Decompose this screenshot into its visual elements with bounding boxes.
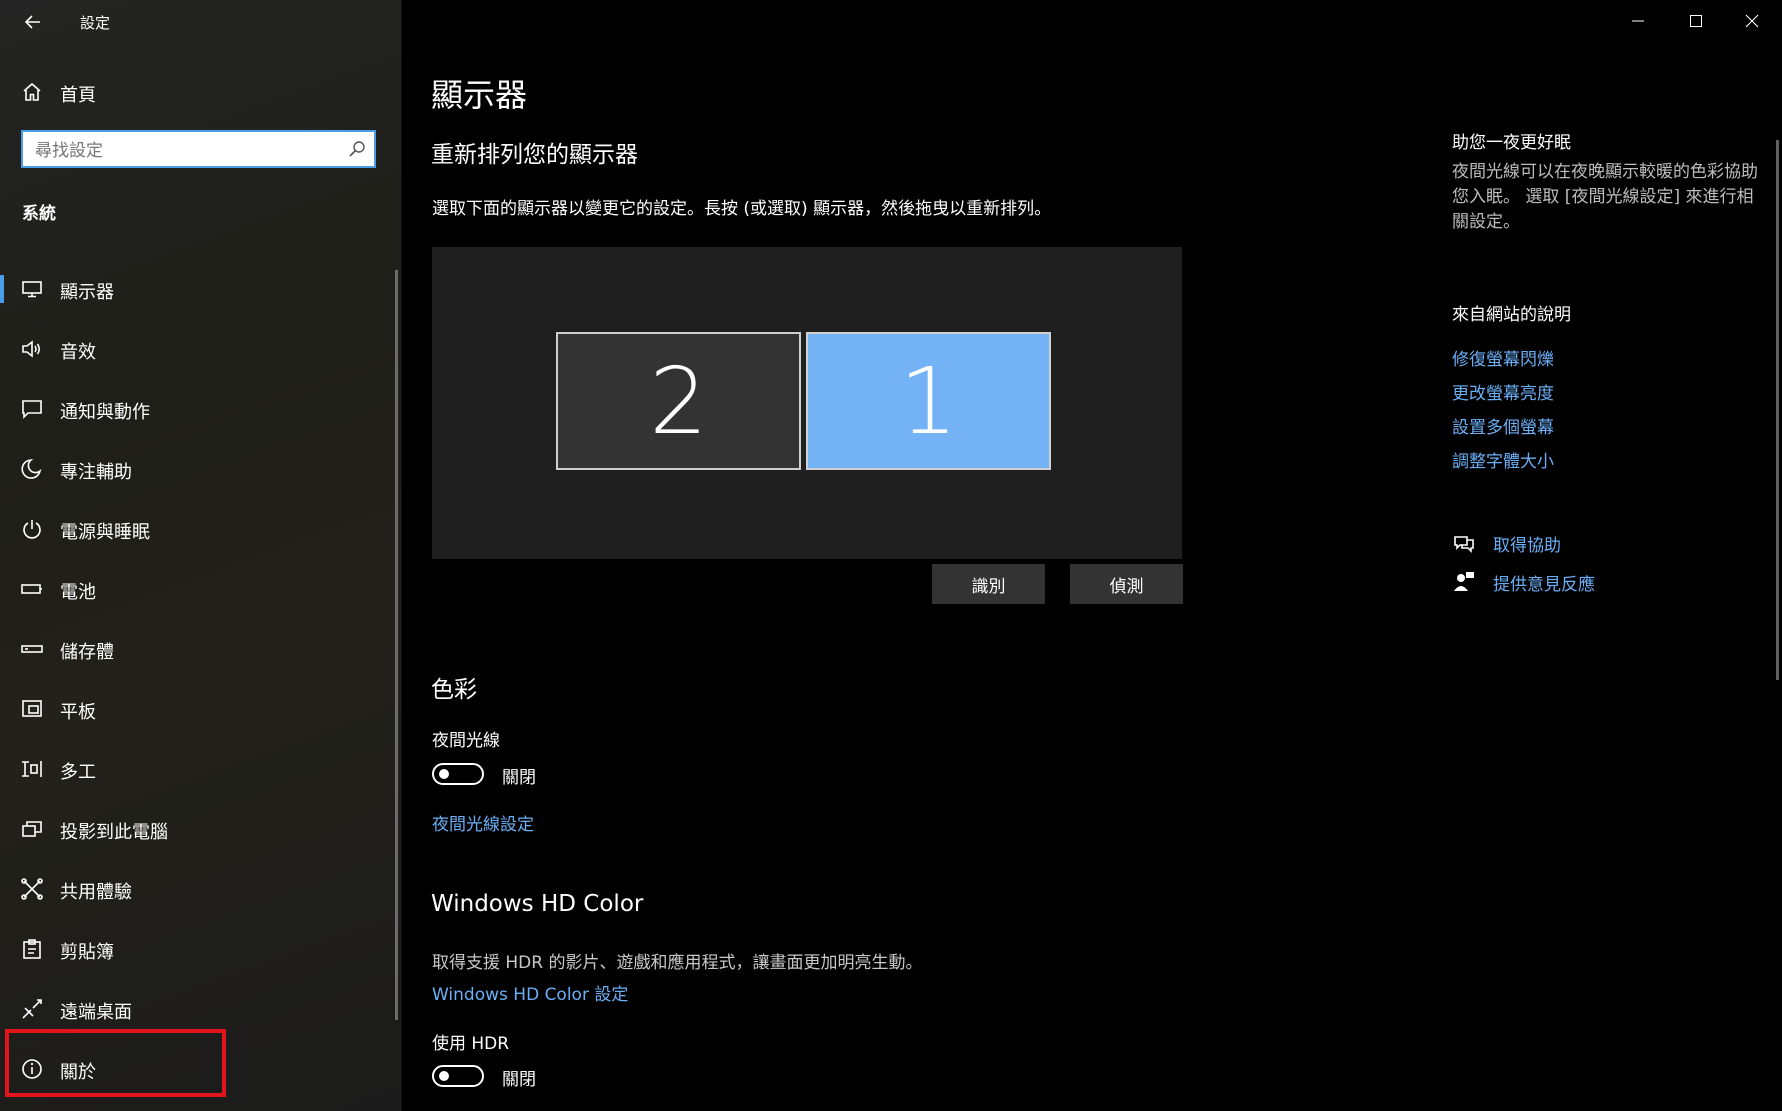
get-help-label: 取得協助 — [1493, 536, 1561, 556]
chat-help-icon — [1452, 531, 1476, 555]
sidebar-item-remote-desktop[interactable]: 遠端桌面 — [0, 979, 395, 1039]
power-icon — [20, 517, 44, 541]
feedback-label: 提供意見反應 — [1493, 575, 1595, 595]
nav-home-label: 首頁 — [60, 85, 96, 106]
sidebar-item-label: 多工 — [60, 762, 96, 783]
sidebar-item-label: 共用體驗 — [60, 882, 132, 903]
sidebar-item-label: 儲存體 — [60, 642, 114, 663]
web-link-brightness[interactable]: 更改螢幕亮度 — [1452, 379, 1554, 404]
back-button[interactable] — [18, 8, 48, 36]
monitor-number: 1 — [899, 348, 958, 455]
remote-icon — [20, 997, 44, 1021]
hdr-state: 關閉 — [502, 1070, 536, 1090]
sidebar-item-label: 電池 — [60, 582, 96, 603]
sidebar-item-label: 投影到此電腦 — [60, 822, 168, 843]
web-link-fix-flicker[interactable]: 修復螢幕閃爍 — [1452, 345, 1554, 370]
tablet-icon — [20, 697, 44, 721]
night-light-label: 夜間光線 — [432, 731, 500, 751]
search-icon[interactable] — [348, 140, 366, 158]
sidebar-item-label: 顯示器 — [60, 282, 114, 303]
sidebar-item-projecting[interactable]: 投影到此電腦 — [0, 799, 395, 859]
sidebar-item-label: 音效 — [60, 342, 96, 363]
main-scrollbar[interactable] — [1776, 140, 1779, 680]
info-icon — [20, 1057, 44, 1081]
identify-button[interactable]: 識別 — [932, 564, 1045, 604]
section-label-system: 系統 — [22, 204, 56, 224]
feedback-person-icon — [1452, 570, 1476, 594]
color-section-title: 色彩 — [431, 677, 477, 703]
sidebar-item-sound[interactable]: 音效 — [0, 319, 395, 379]
sleep-help-title: 助您一夜更好眠 — [1452, 133, 1571, 153]
sleep-help-text: 夜間光線可以在夜晚顯示較暖的色彩協助您入眠。 選取 [夜間光線設定] 來進行相關… — [1452, 162, 1758, 232]
web-link-multiple-monitors[interactable]: 設置多個螢幕 — [1452, 413, 1554, 438]
search-input[interactable] — [33, 138, 337, 164]
search-box[interactable] — [21, 130, 376, 168]
sidebar-item-label: 剪貼簿 — [60, 942, 114, 963]
minimize-button[interactable] — [1610, 0, 1666, 42]
maximize-button[interactable] — [1668, 0, 1724, 42]
sidebar-item-label: 平板 — [60, 702, 96, 723]
night-light-state: 關閉 — [502, 768, 536, 788]
close-icon — [1745, 14, 1759, 28]
maximize-icon — [1690, 15, 1702, 27]
close-button[interactable] — [1724, 0, 1780, 42]
sidebar-item-storage[interactable]: 儲存體 — [0, 619, 395, 679]
sidebar-item-battery[interactable]: 電池 — [0, 559, 395, 619]
sidebar-item-multitasking[interactable]: 多工 — [0, 739, 395, 799]
monitor-arrangement-area[interactable]: 2 1 — [432, 247, 1182, 559]
sidebar: 設定 首頁 系統 顯示器 音效 通知與動作 專注輔助 — [0, 0, 402, 1111]
hd-color-section-title: Windows HD Color — [431, 891, 644, 917]
sidebar-item-label: 關於 — [60, 1062, 96, 1083]
sidebar-titlebar: 設定 — [0, 0, 401, 44]
sidebar-item-tablet[interactable]: 平板 — [0, 679, 395, 739]
back-arrow-icon — [24, 15, 40, 29]
monitor-icon — [20, 277, 44, 301]
hdr-toggle[interactable] — [432, 1065, 484, 1087]
sidebar-item-notifications[interactable]: 通知與動作 — [0, 379, 395, 439]
moon-icon — [20, 457, 44, 481]
speaker-icon — [20, 337, 44, 361]
sidebar-item-display[interactable]: 顯示器 — [0, 259, 395, 319]
sidebar-item-shared-experiences[interactable]: 共用體驗 — [0, 859, 395, 919]
web-help-title: 來自網站的說明 — [1452, 305, 1571, 325]
night-light-settings-link[interactable]: 夜間光線設定 — [432, 810, 534, 835]
minimize-icon — [1632, 20, 1644, 22]
nav-list: 顯示器 音效 通知與動作 專注輔助 電源與睡眠 電池 儲存體 平板 多工 投影到… — [0, 259, 395, 1099]
detect-button[interactable]: 偵測 — [1070, 564, 1183, 604]
sidebar-item-label: 遠端桌面 — [60, 1002, 132, 1023]
notification-icon — [20, 397, 44, 421]
monitor-1[interactable]: 1 — [806, 332, 1051, 470]
hd-color-description: 取得支援 HDR 的影片、遊戲和應用程式，讓畫面更加明亮生動。 — [432, 953, 923, 973]
nav-home[interactable]: 首頁 — [0, 74, 401, 110]
web-link-font-size[interactable]: 調整字體大小 — [1452, 447, 1554, 472]
app-title: 設定 — [80, 14, 111, 32]
sidebar-item-label: 電源與睡眠 — [60, 522, 150, 543]
home-icon — [20, 80, 44, 104]
clipboard-icon — [20, 937, 44, 961]
shared-icon — [20, 877, 44, 901]
sidebar-scrollbar[interactable] — [395, 270, 398, 1020]
monitor-number: 2 — [649, 348, 708, 455]
multitask-icon — [20, 757, 44, 781]
sidebar-item-clipboard[interactable]: 剪貼簿 — [0, 919, 395, 979]
night-light-toggle[interactable] — [432, 763, 484, 785]
sidebar-item-about[interactable]: 關於 — [0, 1039, 395, 1099]
rearrange-title: 重新排列您的顯示器 — [431, 142, 638, 168]
toggle-knob — [439, 769, 449, 779]
sidebar-item-label: 通知與動作 — [60, 402, 150, 423]
sidebar-item-label: 專注輔助 — [60, 462, 132, 483]
sidebar-item-focus-assist[interactable]: 專注輔助 — [0, 439, 395, 499]
monitor-2[interactable]: 2 — [556, 332, 801, 470]
hd-color-settings-link[interactable]: Windows HD Color 設定 — [432, 980, 628, 1005]
project-icon — [20, 817, 44, 841]
sidebar-item-power[interactable]: 電源與睡眠 — [0, 499, 395, 559]
toggle-knob — [439, 1071, 449, 1081]
page-title: 顯示器 — [431, 76, 528, 114]
storage-icon — [20, 637, 44, 661]
battery-icon — [20, 577, 44, 601]
rearrange-description: 選取下面的顯示器以變更它的設定。長按 (或選取) 顯示器，然後拖曳以重新排列。 — [432, 199, 1052, 219]
use-hdr-label: 使用 HDR — [432, 1034, 510, 1054]
